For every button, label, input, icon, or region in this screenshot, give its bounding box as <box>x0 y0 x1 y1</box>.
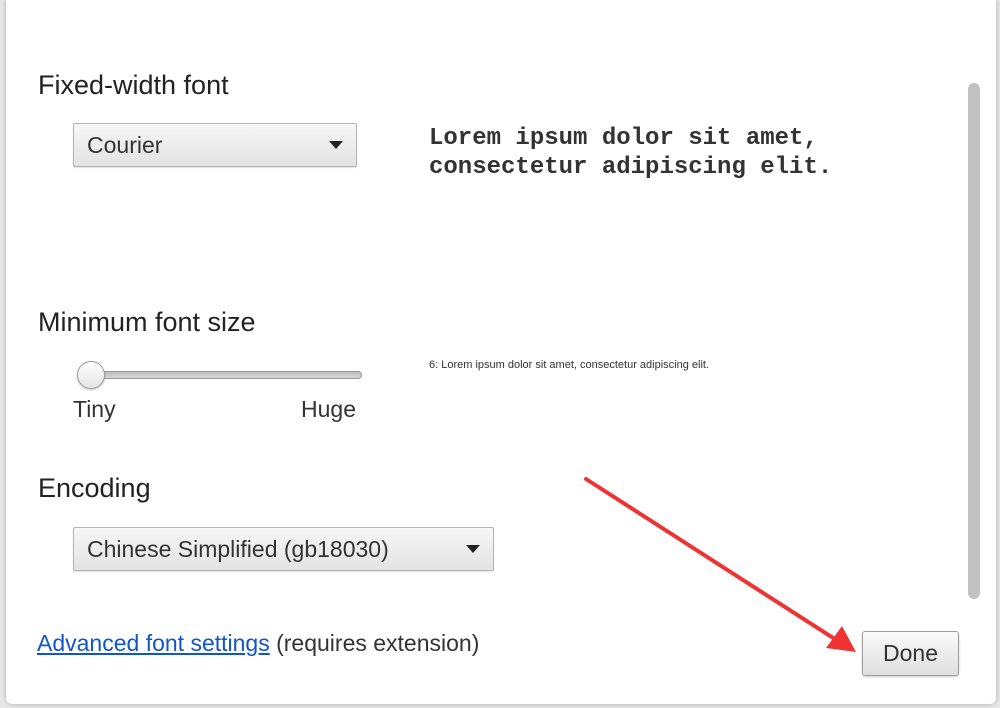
minimum-font-size-heading: Minimum font size <box>38 307 256 337</box>
encoding-select-value: Chinese Simplified (gb18030) <box>87 536 389 562</box>
font-settings-dialog: Fixed-width font Courier Lorem ipsum dol… <box>6 0 996 704</box>
requires-extension-note: (requires extension) <box>276 630 480 656</box>
fixed-width-font-select-value: Courier <box>87 132 163 158</box>
done-button[interactable]: Done <box>862 631 959 676</box>
chevron-down-icon <box>329 141 343 149</box>
minimum-font-size-sample: 6: Lorem ipsum dolor sit amet, consectet… <box>429 359 710 371</box>
fixed-width-font-sample: Lorem ipsum dolor sit amet, consectetur … <box>429 124 832 182</box>
fixed-width-sample-line2: consectetur adipiscing elit. <box>429 154 833 181</box>
fixed-width-font-heading: Fixed-width font <box>38 70 229 100</box>
minimum-font-size-slider-thumb[interactable] <box>77 361 105 389</box>
fixed-width-sample-line1: Lorem ipsum dolor sit amet, <box>429 125 818 152</box>
minimum-font-size-slider-track[interactable] <box>90 371 362 379</box>
fixed-width-font-select[interactable]: Courier <box>73 123 357 167</box>
slider-min-label: Tiny <box>73 396 116 422</box>
advanced-settings-row: Advanced font settings (requires extensi… <box>37 630 479 657</box>
annotation-arrow-icon <box>584 477 856 652</box>
scrollbar-thumb[interactable] <box>968 83 980 599</box>
advanced-font-settings-link[interactable]: Advanced font settings <box>37 630 270 656</box>
encoding-heading: Encoding <box>38 473 151 503</box>
slider-max-label: Huge <box>301 396 356 422</box>
encoding-select[interactable]: Chinese Simplified (gb18030) <box>73 527 494 571</box>
chevron-down-icon <box>466 545 480 553</box>
